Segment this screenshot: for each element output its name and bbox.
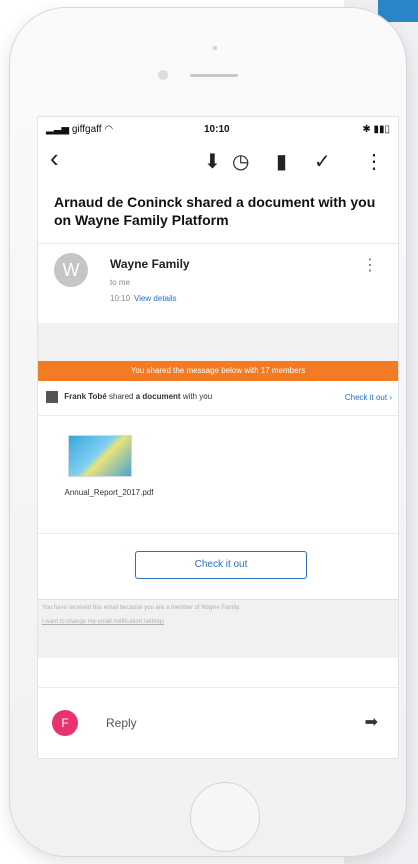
share-verb: shared (109, 392, 134, 402)
sent-time: 10:10 (110, 294, 131, 303)
document-thumbnail[interactable] (68, 435, 132, 477)
wifi-icon: ◠ (104, 124, 114, 135)
send-icon[interactable]: ➡ (365, 712, 378, 732)
footer-reason: You have received this email because you… (42, 605, 241, 611)
card-divider-bottom (38, 533, 398, 534)
view-details-link[interactable]: View details (134, 294, 177, 303)
sender-name: Wayne Family (110, 257, 190, 271)
home-button[interactable] (190, 782, 260, 852)
reply-bar: F Reply ➡ (38, 687, 398, 758)
subject-divider (38, 243, 398, 244)
carrier-label: ▂▃▅ giffgaff ◠ (46, 124, 114, 135)
phone-speaker (190, 74, 238, 77)
email-subject: Arnaud de Coninck shared a document with… (54, 194, 376, 228)
mail-toolbar: ‹ ⬇ ◷ ▮ ✓ ⋮ (38, 143, 398, 183)
notification-settings-link[interactable]: I want to change my email notification s… (42, 615, 396, 629)
email-screen: ▂▃▅ giffgaff ◠ 10:10 ✱ ▮▮▯ ‹ ⬇ ◷ ▮ ✓ ⋮ A… (37, 116, 399, 759)
sender-menu-icon[interactable]: ⋮ (362, 255, 378, 275)
check-it-out-button[interactable]: Check it out (135, 551, 307, 579)
shared-banner: You shared the message below with 17 mem… (38, 361, 398, 381)
recipient-label: to me (110, 278, 131, 287)
document-card: Frank Tobé shared a document with you Ch… (38, 381, 398, 600)
battery-icon: ✱ ▮▮▯ (362, 124, 390, 135)
reply-input[interactable]: Reply (106, 716, 137, 730)
back-icon[interactable]: ‹ (50, 143, 59, 174)
share-line: Frank Tobé shared a document with you Ch… (46, 391, 392, 407)
signal-icon: ▂▃▅ (46, 124, 70, 135)
done-icon[interactable]: ✓ (314, 149, 331, 174)
status-time: 10:10 (204, 124, 230, 135)
front-camera (158, 70, 168, 80)
sharer-name: Frank Tobé (64, 392, 107, 402)
document-filename[interactable]: Annual_Report_2017.pdf (44, 487, 174, 498)
pin-icon[interactable]: ⬇ (204, 149, 221, 174)
chevron-right-icon: › (389, 393, 392, 402)
sender-avatar[interactable]: W (54, 253, 88, 287)
check-it-out-link[interactable]: Check it out › (345, 393, 392, 402)
phone-sensor (213, 46, 217, 50)
share-suffix: with you (182, 392, 213, 402)
footer-note: You have received this email because you… (42, 601, 396, 629)
card-divider (38, 415, 398, 416)
snooze-icon[interactable]: ◷ (232, 149, 249, 174)
sender-row: W Wayne Family to me 10:10 View details … (38, 245, 398, 323)
more-options-icon[interactable]: ⋮ (364, 149, 384, 174)
sharer-avatar-icon (46, 391, 58, 403)
status-bar: ▂▃▅ giffgaff ◠ 10:10 ✱ ▮▮▯ (38, 117, 398, 141)
user-avatar: F (52, 710, 78, 736)
share-object: a document (135, 392, 181, 402)
check-it-out-link-label: Check it out (344, 393, 388, 402)
delete-icon[interactable]: ▮ (276, 149, 287, 174)
